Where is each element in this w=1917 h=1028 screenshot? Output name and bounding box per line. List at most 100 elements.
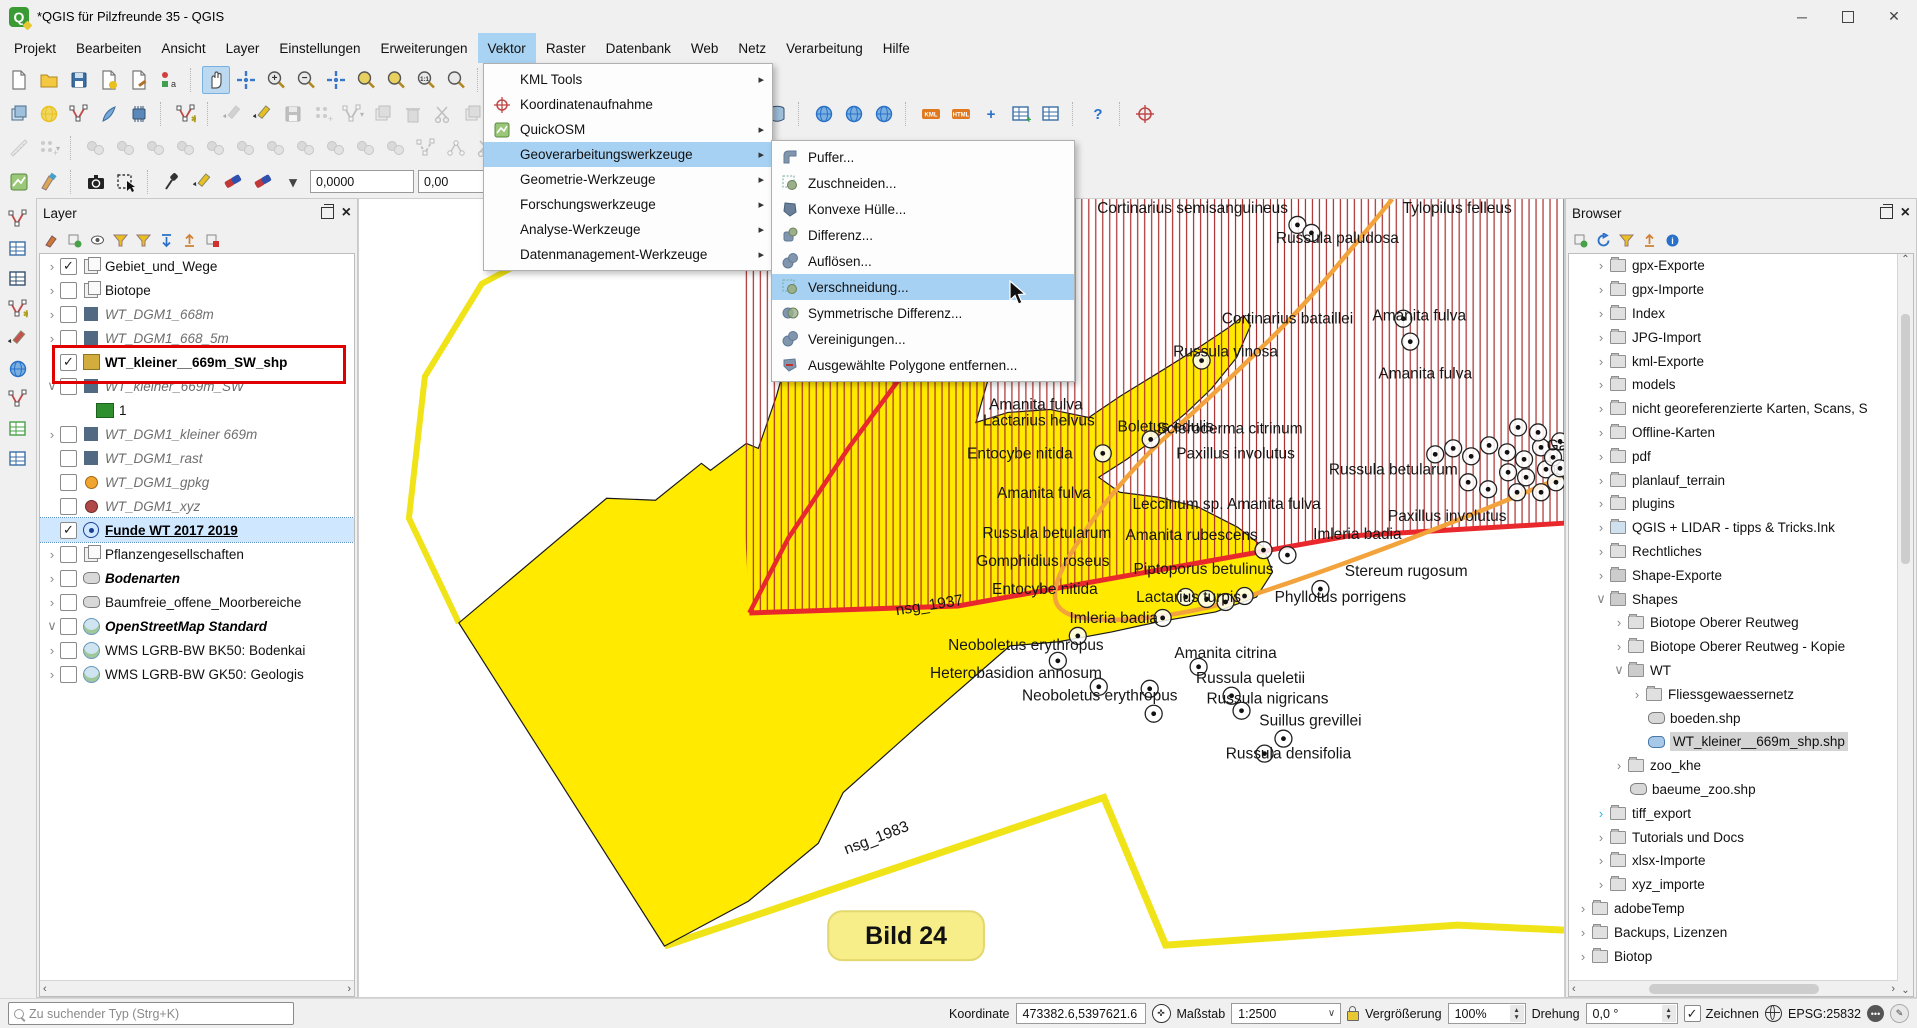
menu-ansicht[interactable]: Ansicht [151,33,215,63]
menu-erweiterungen[interactable]: Erweiterungen [370,33,477,63]
menu-projekt[interactable]: Projekt [4,33,66,63]
menu-item-quickosm[interactable]: QuickOSM▸ [484,117,772,142]
expander-icon[interactable]: › [1593,496,1609,511]
serval-grid-icon[interactable] [5,266,31,292]
import-photos-icon[interactable] [82,168,110,196]
expander-icon[interactable]: › [1611,758,1627,773]
collapse-all-icon[interactable] [1639,230,1659,250]
expander-icon[interactable]: › [44,595,60,610]
browser-item-gpx-importe[interactable]: ›gpx-Importe [1569,278,1913,302]
browser-item-rechtliches[interactable]: ›Rechtliches [1569,540,1913,564]
layer-checkbox[interactable]: ✓ [60,522,77,539]
styling-icon[interactable] [41,230,61,250]
pan-to-selection-icon[interactable] [232,66,260,94]
layer-item-biotope[interactable]: ›Biotope [40,278,354,302]
filter-legend-icon[interactable] [110,230,130,250]
serval-tools-icon[interactable] [249,168,277,196]
menu-layer[interactable]: Layer [216,33,270,63]
expander-icon[interactable]: › [1593,306,1609,321]
browser-item-boeden-shp[interactable]: boeden.shp [1569,706,1913,730]
layer-checkbox[interactable] [60,570,77,587]
zoom-out-icon[interactable]: − [292,66,320,94]
expander-icon[interactable]: › [1593,568,1609,583]
close-panel-icon[interactable]: × [342,205,351,221]
browser-item-adobetemp[interactable]: ›adobeTemp [1569,897,1913,921]
browser-hscrollbar[interactable]: ‹› [1569,980,1898,996]
crs-globe-icon[interactable] [1765,1005,1782,1022]
browser-item-zoo-khe[interactable]: ›zoo_khe [1569,754,1913,778]
select-raster-icon[interactable] [112,168,140,196]
expander-icon[interactable]: › [1611,639,1627,654]
expander-icon[interactable]: › [1611,615,1627,630]
menu-web[interactable]: Web [681,33,729,63]
layer-item-wt-dgm1-gpkg[interactable]: WT_DGM1_gpkg [40,470,354,494]
menu-netz[interactable]: Netz [728,33,776,63]
open-project-icon[interactable] [35,66,63,94]
browser-item-backups-lizenzen[interactable]: ›Backups, Lizenzen [1569,920,1913,944]
float-panel-icon[interactable] [321,207,334,219]
expander-icon[interactable]: › [44,571,60,586]
browser-item-jpg-import[interactable]: ›JPG-Import [1569,325,1913,349]
new-layout-icon[interactable] [95,66,123,94]
layer-item-wt-dgm1-xyz[interactable]: WT_DGM1_xyz [40,494,354,518]
browser-item-planlauf-terrain[interactable]: ›planlauf_terrain [1569,468,1913,492]
layer-item-wt-dgm1-668m[interactable]: ›WT_DGM1_668m [40,302,354,326]
layer-checkbox[interactable] [60,498,77,515]
browser-item-wt[interactable]: ∨WT [1569,659,1913,683]
freehand-icon[interactable] [5,326,31,352]
expander-icon[interactable]: › [1593,425,1609,440]
browser-item-xlsx-importe[interactable]: ›xlsx-Importe [1569,849,1913,873]
browser-item-nicht-georeferenzierte-karten-scans-s[interactable]: ›nicht georeferenzierte Karten, Scans, S [1569,397,1913,421]
expander-icon[interactable]: › [44,643,60,658]
submenu-item-vereinigungen-[interactable]: Vereinigungen... [772,326,1074,352]
expander-icon[interactable]: › [1593,544,1609,559]
messages-icon[interactable]: ••• [1867,1005,1884,1022]
visibility-icon[interactable] [87,230,107,250]
close-button[interactable]: ✕ [1871,0,1917,33]
serval-eraser-icon[interactable] [219,168,247,196]
expander-icon[interactable]: › [1593,258,1609,273]
browser-item-qgis-lidar-tipps-tricks-ink[interactable]: ›QGIS + LIDAR - tipps & Tricks.Ink [1569,516,1913,540]
layer-item-1[interactable]: 1 [40,398,354,422]
osm-search-icon[interactable] [870,100,898,128]
layer-item-pflanzengesellschaften[interactable]: ›Pflanzengesellschaften [40,542,354,566]
layer-item-wms-lgrb-bw-bk50-bodenkai[interactable]: ›WMS LGRB-BW BK50: Bodenkai [40,638,354,662]
shape-digitize-icon[interactable]: ✱ [5,296,31,322]
help-icon[interactable]: ? [1084,100,1112,128]
expander-icon[interactable]: › [1593,449,1609,464]
properties-icon[interactable]: i [1662,230,1682,250]
zoom-to-layer-icon[interactable] [382,66,410,94]
browser-item-biotope-oberer-reutweg[interactable]: ›Biotope Oberer Reutweg [1569,611,1913,635]
layer-checkbox[interactable] [60,546,77,563]
expander-icon[interactable]: › [44,259,60,274]
expander-icon[interactable]: ∨ [44,378,60,394]
browser-item-index[interactable]: ›Index [1569,302,1913,326]
add-group-icon[interactable] [64,230,84,250]
layer-item-openstreetmap-standard[interactable]: ∨OpenStreetMap Standard [40,614,354,638]
submenu-item-konvexe-h-lle-[interactable]: Konvexe Hülle... [772,196,1074,222]
add-selected-layer-icon[interactable] [1570,230,1590,250]
browser-item-models[interactable]: ›models [1569,373,1913,397]
expander-icon[interactable]: › [1593,830,1609,845]
globe-tool-icon[interactable] [5,356,31,382]
layer-item-wt-dgm1-668-5m[interactable]: ›WT_DGM1_668_5m [40,326,354,350]
expander-icon[interactable]: › [44,307,60,322]
zoom-to-selection-icon[interactable] [352,66,380,94]
menu-bearbeiten[interactable]: Bearbeiten [66,33,151,63]
zoom-native-icon[interactable]: 1:1 [412,66,440,94]
add-vector-layer-icon[interactable] [65,100,93,128]
browser-item-shape-exporte[interactable]: ›Shape-Exporte [1569,563,1913,587]
expander-icon[interactable]: › [1593,853,1609,868]
remove-layer-icon[interactable] [202,230,222,250]
new-project-icon[interactable] [5,66,33,94]
browser-item-xyz-importe[interactable]: ›xyz_importe [1569,873,1913,897]
locator-search-input[interactable]: Zu suchender Typ (Strg+K) [8,1002,294,1025]
layer-checkbox[interactable] [60,282,77,299]
layer-item-bodenarten[interactable]: ›Bodenarten [40,566,354,590]
expander-icon[interactable]: › [1593,330,1609,345]
menu-item-kml-tools[interactable]: KML Tools▸ [484,67,772,92]
layer-checkbox[interactable]: ✓ [60,258,77,275]
new-shapefile-icon[interactable]: ✱ [172,100,200,128]
trace-icon[interactable] [5,386,31,412]
extents-icon[interactable]: ✜ [1152,1004,1171,1023]
